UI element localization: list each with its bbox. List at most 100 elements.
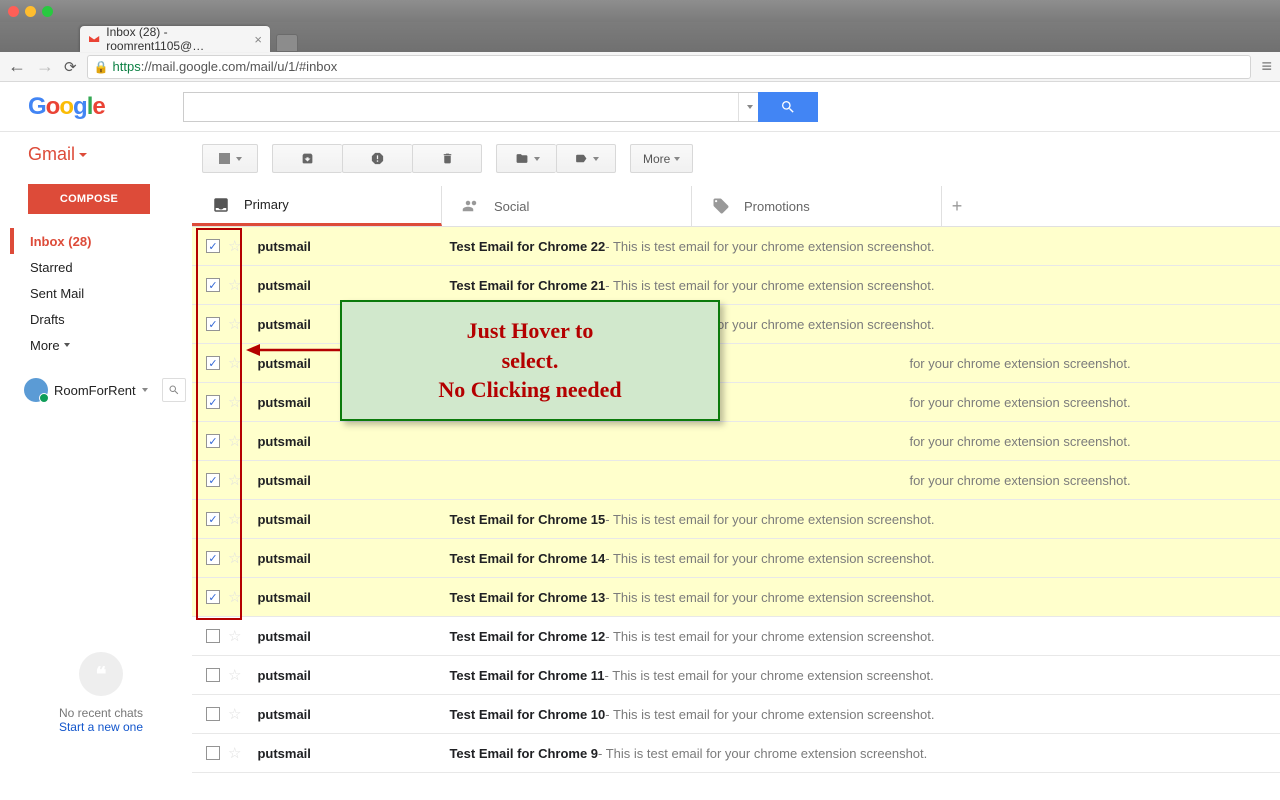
delete-button[interactable] [412, 144, 482, 173]
category-tabs: Primary Social Promotions + [192, 186, 1280, 227]
star-icon[interactable]: ☆ [228, 510, 241, 528]
annotation-line3: No Clicking needed [370, 375, 690, 405]
email-checkbox[interactable] [206, 629, 220, 643]
email-checkbox[interactable]: ✓ [206, 473, 220, 487]
star-icon[interactable]: ☆ [228, 354, 241, 372]
chat-search-button[interactable] [162, 378, 186, 402]
email-checkbox[interactable]: ✓ [206, 590, 220, 604]
email-checkbox[interactable] [206, 668, 220, 682]
lock-icon: 🔒 [94, 60, 109, 74]
caret-down-icon [64, 343, 70, 347]
email-checkbox[interactable]: ✓ [206, 512, 220, 526]
email-checkbox[interactable]: ✓ [206, 356, 220, 370]
email-row[interactable]: ☆putsmailTest Email for Chrome 9 - This … [192, 734, 1280, 773]
email-row[interactable]: ✓☆putsmailTest Email for Chrome 13 - Thi… [192, 578, 1280, 617]
google-logo[interactable]: Google [28, 93, 105, 121]
star-icon[interactable]: ☆ [228, 432, 241, 450]
star-icon[interactable]: ☆ [228, 705, 241, 723]
email-row[interactable]: ✓☆putsmailTest Email for Chrome 14 - Thi… [192, 539, 1280, 578]
search-icon [168, 384, 180, 396]
email-row[interactable]: ☆putsmailTest Email for Chrome 11 - This… [192, 656, 1280, 695]
archive-button[interactable] [272, 144, 342, 173]
email-row[interactable]: ☆putsmailTest Email for Chrome 12 - This… [192, 617, 1280, 656]
sidebar-item-sent-mail[interactable]: Sent Mail [10, 280, 192, 306]
browser-menu-icon[interactable]: ≡ [1261, 56, 1272, 77]
move-to-button[interactable] [496, 144, 556, 173]
people-icon [462, 197, 480, 215]
email-row[interactable]: ✓☆putsmail for your chrome extension scr… [192, 422, 1280, 461]
address-bar[interactable]: 🔒 https://mail.google.com/mail/u/1/#inbo… [87, 55, 1252, 79]
sidebar-item-starred[interactable]: Starred [10, 254, 192, 280]
star-icon[interactable]: ☆ [228, 276, 241, 294]
chat-caret-icon[interactable] [142, 388, 148, 392]
email-sender: putsmail [257, 746, 449, 761]
sidebar: COMPOSE Inbox (28)StarredSent MailDrafts… [0, 180, 192, 773]
search-input[interactable] [183, 92, 758, 122]
search-field[interactable] [184, 99, 738, 115]
star-icon[interactable]: ☆ [228, 627, 241, 645]
new-tab-button[interactable] [276, 34, 298, 52]
tab-social[interactable]: Social [442, 186, 692, 226]
labels-button[interactable] [556, 144, 616, 173]
email-sender: putsmail [257, 668, 449, 683]
star-icon[interactable]: ☆ [228, 471, 241, 489]
email-row[interactable]: ✓☆putsmailTest Email for Chrome 22 - Thi… [192, 227, 1280, 266]
hangouts-icon[interactable]: ❝ [79, 652, 123, 696]
email-checkbox[interactable]: ✓ [206, 317, 220, 331]
tab-primary[interactable]: Primary [192, 186, 442, 226]
sidebar-item-more[interactable]: More [10, 332, 192, 358]
email-checkbox[interactable]: ✓ [206, 434, 220, 448]
add-tab-button[interactable]: + [942, 186, 972, 226]
browser-toolbar: ← → ⟳ 🔒 https://mail.google.com/mail/u/1… [0, 52, 1280, 82]
url-protocol: https [113, 59, 141, 74]
more-button[interactable]: More [630, 144, 693, 173]
star-icon[interactable]: ☆ [228, 237, 241, 255]
star-icon[interactable]: ☆ [228, 315, 241, 333]
browser-tab[interactable]: Inbox (28) - roomrent1105@… × [80, 26, 270, 52]
email-subject: Test Email for Chrome 15 [449, 512, 605, 527]
email-snippet: - This is test email for your chrome ext… [605, 278, 934, 293]
gmail-dropdown[interactable]: Gmail [28, 144, 202, 165]
nav-forward-button[interactable]: → [36, 56, 54, 77]
search-dropdown-icon[interactable] [738, 93, 758, 121]
star-icon[interactable]: ☆ [228, 393, 241, 411]
email-checkbox[interactable] [206, 746, 220, 760]
annotation-callout: Just Hover to select. No Clicking needed [340, 300, 720, 421]
hangouts-section: ❝ No recent chats Start a new one [10, 652, 192, 734]
star-icon[interactable]: ☆ [228, 588, 241, 606]
spam-button[interactable] [342, 144, 412, 173]
tab-close-icon[interactable]: × [254, 32, 262, 47]
window-minimize-button[interactable] [25, 6, 36, 17]
select-all-button[interactable] [202, 144, 258, 173]
start-new-chat-link[interactable]: Start a new one [59, 720, 143, 734]
annotation-line1: Just Hover to [370, 316, 690, 346]
action-toolbar: Gmail More [0, 132, 1280, 180]
window-maximize-button[interactable] [42, 6, 53, 17]
email-row[interactable]: ✓☆putsmail for your chrome extension scr… [192, 461, 1280, 500]
compose-button[interactable]: COMPOSE [28, 184, 150, 214]
email-snippet: for your chrome extension screenshot. [909, 356, 1130, 371]
tag-icon [712, 197, 730, 215]
sidebar-item-inbox-[interactable]: Inbox (28) [10, 228, 192, 254]
inbox-icon [212, 196, 230, 214]
window-close-button[interactable] [8, 6, 19, 17]
sidebar-item-drafts[interactable]: Drafts [10, 306, 192, 332]
email-row[interactable]: ✓☆putsmailTest Email for Chrome 15 - Thi… [192, 500, 1280, 539]
annotation-line2: select. [370, 346, 690, 376]
star-icon[interactable]: ☆ [228, 666, 241, 684]
chat-username: RoomForRent [54, 383, 136, 398]
star-icon[interactable]: ☆ [228, 549, 241, 567]
email-snippet: for your chrome extension screenshot. [909, 434, 1130, 449]
email-checkbox[interactable]: ✓ [206, 278, 220, 292]
chat-user-row[interactable]: RoomForRent [10, 378, 192, 402]
reload-button[interactable]: ⟳ [64, 58, 77, 76]
email-row[interactable]: ☆putsmailTest Email for Chrome 10 - This… [192, 695, 1280, 734]
email-checkbox[interactable]: ✓ [206, 551, 220, 565]
star-icon[interactable]: ☆ [228, 744, 241, 762]
tab-promotions[interactable]: Promotions [692, 186, 942, 226]
email-checkbox[interactable]: ✓ [206, 395, 220, 409]
email-checkbox[interactable] [206, 707, 220, 721]
search-button[interactable] [758, 92, 818, 122]
nav-back-button[interactable]: ← [8, 56, 26, 77]
email-checkbox[interactable]: ✓ [206, 239, 220, 253]
